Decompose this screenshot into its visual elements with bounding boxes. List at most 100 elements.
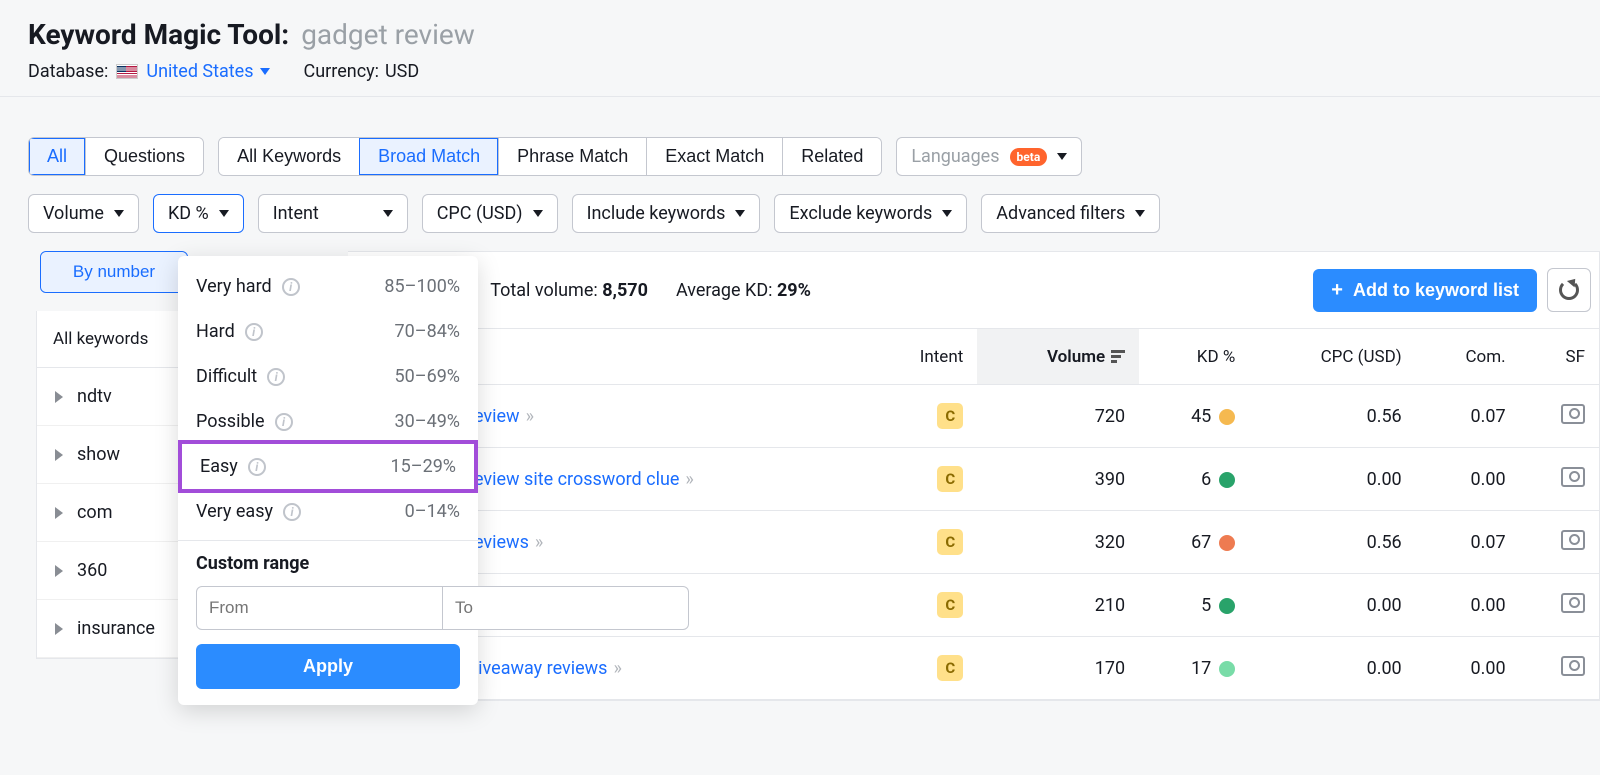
com-cell: 0.00	[1416, 637, 1520, 700]
intent-badge: C	[937, 592, 963, 618]
results-panel: ords: 2,968 Total volume: 8,570 Average …	[348, 251, 1600, 701]
database-selector[interactable]: Database: United States	[28, 61, 270, 82]
kd-cell: 67	[1139, 511, 1249, 574]
intent-badge: C	[937, 655, 963, 681]
tab-questions[interactable]: Questions	[85, 138, 203, 175]
table-row: gadget review site crossword clue»C39060…	[348, 448, 1599, 511]
table-row: gadget review»C720450.560.07	[348, 385, 1599, 448]
kd-option[interactable]: Hardi70–84%	[178, 309, 478, 354]
languages-pill[interactable]: Languages beta	[896, 137, 1082, 176]
intent-badge: C	[937, 403, 963, 429]
info-icon: i	[282, 278, 300, 296]
col-volume[interactable]: Volume	[977, 329, 1139, 385]
info-icon: i	[283, 503, 301, 521]
chevron-right-icon	[55, 623, 63, 635]
intent-badge: C	[937, 466, 963, 492]
serp-icon[interactable]	[1561, 467, 1585, 487]
kd-dot-icon	[1219, 535, 1235, 551]
by-number-toggle[interactable]: By number	[40, 251, 188, 293]
kd-filter-dropdown: Very hardi85–100%Hardi70–84%Difficulti50…	[178, 256, 478, 705]
by-number-button[interactable]: By number	[41, 252, 187, 292]
info-icon: i	[267, 368, 285, 386]
com-cell: 0.07	[1416, 385, 1520, 448]
kd-dot-icon	[1219, 409, 1235, 425]
info-icon: i	[275, 413, 293, 431]
volume-cell: 720	[977, 385, 1139, 448]
filter-exclude[interactable]: Exclude keywords	[774, 194, 967, 233]
match-group: All Keywords Broad Match Phrase Match Ex…	[218, 137, 882, 176]
chevron-down-icon	[383, 210, 393, 217]
filter-kd[interactable]: KD %	[153, 194, 244, 233]
kd-option[interactable]: Possiblei30–49%	[178, 399, 478, 444]
kd-option[interactable]: Very hardi85–100%	[178, 264, 478, 309]
table-row: gadget reviews»C320670.560.07	[348, 511, 1599, 574]
col-sf[interactable]: SF	[1520, 329, 1599, 385]
filter-advanced[interactable]: Advanced filters	[981, 194, 1160, 233]
filter-cpc[interactable]: CPC (USD)	[422, 194, 558, 233]
sort-desc-icon	[1111, 350, 1125, 365]
col-cpc[interactable]: CPC (USD)	[1249, 329, 1415, 385]
cpc-cell: 0.56	[1249, 511, 1415, 574]
filter-intent[interactable]: Intent	[258, 194, 408, 233]
volume-cell: 210	[977, 574, 1139, 637]
reload-icon	[1559, 280, 1579, 300]
double-chevron-icon: »	[685, 469, 690, 490]
tab-exact-match[interactable]: Exact Match	[646, 138, 782, 175]
com-cell: 0.00	[1416, 574, 1520, 637]
tab-all[interactable]: All	[29, 138, 85, 175]
kd-option[interactable]: Easyi15–29%	[178, 440, 478, 493]
kd-option[interactable]: Difficulti50–69%	[178, 354, 478, 399]
info-icon: i	[248, 458, 266, 476]
serp-icon[interactable]	[1561, 530, 1585, 550]
chevron-right-icon	[55, 507, 63, 519]
beta-badge: beta	[1010, 148, 1048, 166]
custom-range-title: Custom range	[196, 553, 460, 574]
info-icon: i	[245, 323, 263, 341]
add-to-keyword-list-button[interactable]: Add to keyword list	[1313, 269, 1537, 312]
tab-broad-match[interactable]: Broad Match	[359, 138, 498, 175]
database-value: United States	[146, 61, 269, 82]
serp-icon[interactable]	[1561, 656, 1585, 676]
volume-cell: 320	[977, 511, 1139, 574]
col-kd[interactable]: KD %	[1139, 329, 1249, 385]
serp-icon[interactable]	[1561, 404, 1585, 424]
cpc-cell: 0.00	[1249, 574, 1415, 637]
plus-icon	[1331, 279, 1343, 302]
serp-icon[interactable]	[1561, 593, 1585, 613]
custom-range-to-input[interactable]	[443, 586, 689, 630]
tab-phrase-match[interactable]: Phrase Match	[498, 138, 646, 175]
currency-display: Currency: USD	[304, 61, 420, 82]
chevron-right-icon	[55, 449, 63, 461]
cpc-cell: 0.00	[1249, 448, 1415, 511]
page-header: Keyword Magic Tool: gadget review Databa…	[0, 0, 1600, 97]
col-com[interactable]: Com.	[1416, 329, 1520, 385]
double-chevron-icon: »	[613, 658, 618, 679]
cpc-cell: 0.56	[1249, 385, 1415, 448]
kd-cell: 45	[1139, 385, 1249, 448]
filter-volume[interactable]: Volume	[28, 194, 139, 233]
kd-cell: 5	[1139, 574, 1249, 637]
us-flag-icon	[116, 64, 138, 79]
chevron-down-icon	[942, 210, 952, 217]
chevron-down-icon	[533, 210, 543, 217]
tool-query: gadget review	[301, 18, 475, 51]
tool-title: Keyword Magic Tool:	[28, 18, 289, 51]
tab-related[interactable]: Related	[782, 138, 881, 175]
intent-badge: C	[937, 529, 963, 555]
database-label: Database:	[28, 61, 108, 82]
kd-option[interactable]: Very easyi0–14%	[178, 489, 478, 534]
cpc-cell: 0.00	[1249, 637, 1415, 700]
custom-range-from-input[interactable]	[196, 586, 443, 630]
apply-button[interactable]: Apply	[196, 644, 460, 689]
filter-include[interactable]: Include keywords	[572, 194, 761, 233]
col-intent[interactable]: Intent	[868, 329, 977, 385]
table-row: gadget giveaway reviews»C170170.000.00	[348, 637, 1599, 700]
com-cell: 0.00	[1416, 448, 1520, 511]
chevron-down-icon	[114, 210, 124, 217]
tab-all-keywords[interactable]: All Keywords	[219, 138, 359, 175]
kd-cell: 17	[1139, 637, 1249, 700]
all-questions-group: All Questions	[28, 137, 204, 176]
reload-button[interactable]	[1547, 268, 1591, 312]
chevron-down-icon	[735, 210, 745, 217]
chevron-right-icon	[55, 391, 63, 403]
